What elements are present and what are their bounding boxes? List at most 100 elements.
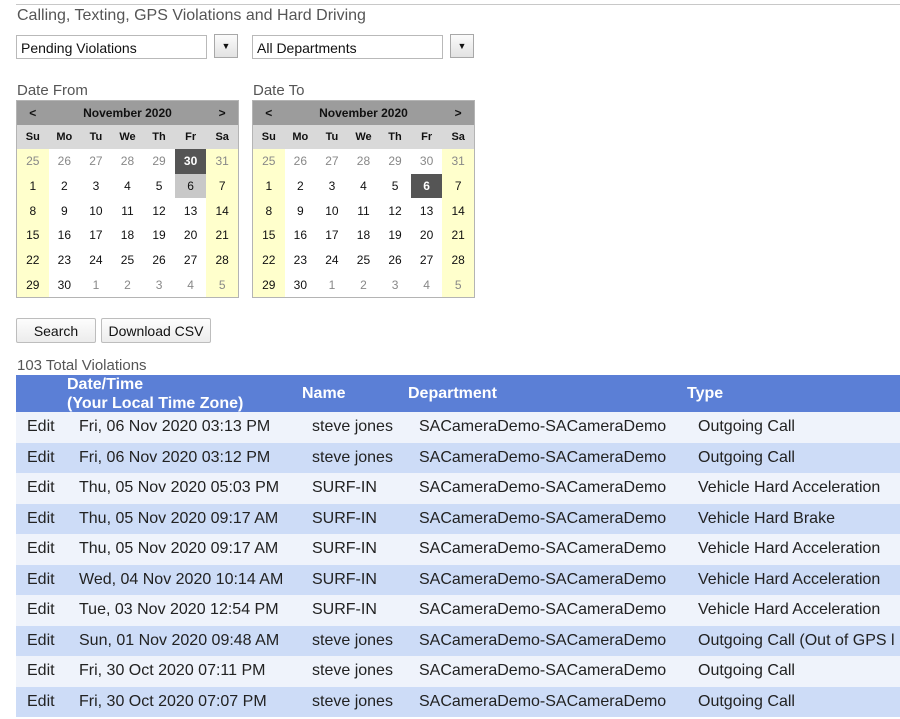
calendar-day[interactable]: 17	[316, 223, 348, 248]
prev-month-button[interactable]: <	[253, 101, 285, 125]
calendar-day[interactable]: 10	[80, 198, 112, 223]
department-select[interactable]: All Departments	[252, 35, 443, 59]
calendar-day[interactable]: 22	[253, 247, 285, 273]
calendar-day[interactable]: 8	[17, 198, 49, 224]
calendar-day[interactable]: 20	[175, 223, 207, 248]
calendar-day[interactable]: 3	[143, 272, 175, 297]
calendar-day[interactable]: 27	[80, 149, 112, 174]
date-to-calendar[interactable]: < November 2020 > Su Mo Tu We Th Fr Sa 25 26 27 28 29 3…	[252, 100, 475, 299]
calendar-day[interactable]: 28	[348, 149, 380, 174]
chevron-down-icon[interactable]: ▼	[450, 34, 474, 58]
calendar-day[interactable]: 11	[348, 198, 380, 223]
calendar-day[interactable]: 29	[379, 149, 411, 174]
calendar-day[interactable]: 5	[143, 174, 175, 199]
calendar-day[interactable]: 23	[49, 248, 81, 273]
calendar-day[interactable]: 2	[112, 272, 144, 297]
column-header-department[interactable]: Department	[408, 384, 497, 403]
calendar-day[interactable]: 16	[49, 223, 81, 248]
edit-link[interactable]: Edit	[27, 449, 55, 467]
next-month-button[interactable]: >	[442, 101, 474, 125]
calendar-day[interactable]: 22	[17, 247, 49, 273]
calendar-day[interactable]: 15	[17, 223, 49, 248]
calendar-day[interactable]: 7	[442, 173, 474, 199]
calendar-day[interactable]: 31	[206, 149, 238, 174]
calendar-day[interactable]: 26	[379, 248, 411, 273]
calendar-day[interactable]: 30	[285, 272, 317, 297]
calendar-day[interactable]: 23	[285, 248, 317, 273]
calendar-day[interactable]: 25	[17, 149, 49, 174]
calendar-day[interactable]: 7	[206, 173, 238, 199]
calendar-day[interactable]: 18	[348, 223, 380, 248]
calendar-day[interactable]: 19	[143, 223, 175, 248]
calendar-day[interactable]: 3	[80, 174, 112, 199]
calendar-day[interactable]: 4	[112, 174, 144, 199]
calendar-day[interactable]: 30	[49, 272, 81, 297]
calendar-day[interactable]: 21	[206, 223, 238, 248]
column-header-datetime[interactable]: Date/Time (Your Local Time Zone)	[67, 375, 243, 413]
calendar-day[interactable]: 11	[112, 198, 144, 223]
calendar-day[interactable]: 26	[143, 248, 175, 273]
calendar-day[interactable]: 29	[143, 149, 175, 174]
calendar-day[interactable]: 6	[410, 173, 443, 199]
calendar-day[interactable]: 9	[285, 198, 317, 223]
calendar-day[interactable]: 20	[411, 223, 443, 248]
column-header-type[interactable]: Type	[687, 384, 723, 403]
edit-link[interactable]: Edit	[27, 662, 55, 680]
calendar-day[interactable]: 5	[206, 272, 238, 298]
chevron-down-icon[interactable]: ▼	[214, 34, 238, 58]
calendar-day[interactable]: 31	[442, 149, 474, 174]
edit-link[interactable]: Edit	[27, 632, 55, 650]
date-from-calendar[interactable]: < November 2020 > Su Mo Tu We Th Fr Sa 25 26 27 28 29 3…	[16, 100, 239, 299]
calendar-day[interactable]: 30	[174, 149, 207, 174]
calendar-day[interactable]: 30	[411, 149, 443, 174]
edit-link[interactable]: Edit	[27, 693, 55, 711]
prev-month-button[interactable]: <	[17, 101, 49, 125]
calendar-day[interactable]: 1	[316, 272, 348, 297]
calendar-day[interactable]: 27	[316, 149, 348, 174]
calendar-day[interactable]: 26	[49, 149, 81, 174]
calendar-day[interactable]: 24	[80, 248, 112, 273]
calendar-day[interactable]: 16	[285, 223, 317, 248]
edit-link[interactable]: Edit	[27, 479, 55, 497]
column-header-name[interactable]: Name	[302, 384, 346, 403]
calendar-day[interactable]: 25	[348, 248, 380, 273]
calendar-day[interactable]: 27	[411, 248, 443, 273]
next-month-button[interactable]: >	[206, 101, 238, 125]
calendar-day[interactable]: 5	[442, 272, 474, 298]
calendar-day[interactable]: 26	[285, 149, 317, 174]
calendar-day[interactable]: 19	[379, 223, 411, 248]
status-select-toggle[interactable]: ▼	[214, 34, 238, 59]
calendar-day[interactable]: 14	[206, 198, 238, 224]
calendar-day[interactable]: 4	[411, 272, 443, 297]
calendar-day[interactable]: 4	[348, 174, 380, 199]
calendar-day[interactable]: 14	[442, 198, 474, 224]
calendar-day[interactable]: 17	[80, 223, 112, 248]
edit-link[interactable]: Edit	[27, 601, 55, 619]
calendar-day[interactable]: 2	[285, 174, 317, 199]
calendar-day[interactable]: 24	[316, 248, 348, 273]
calendar-day[interactable]: 1	[17, 173, 49, 199]
calendar-day[interactable]: 27	[175, 248, 207, 273]
edit-link[interactable]: Edit	[27, 571, 55, 589]
calendar-day[interactable]: 28	[112, 149, 144, 174]
calendar-day[interactable]: 18	[112, 223, 144, 248]
calendar-day[interactable]: 5	[379, 174, 411, 199]
calendar-day[interactable]: 12	[379, 198, 411, 223]
search-button[interactable]: Search	[16, 318, 96, 343]
calendar-day[interactable]: 9	[49, 198, 81, 223]
calendar-day[interactable]: 12	[143, 198, 175, 223]
calendar-day[interactable]: 28	[442, 247, 474, 273]
calendar-day[interactable]: 15	[253, 223, 285, 248]
edit-link[interactable]: Edit	[27, 510, 55, 528]
calendar-day[interactable]: 29	[17, 272, 49, 298]
calendar-day[interactable]: 3	[379, 272, 411, 297]
calendar-day[interactable]: 4	[175, 272, 207, 297]
calendar-day[interactable]: 13	[411, 198, 443, 223]
calendar-day[interactable]: 29	[253, 272, 285, 298]
calendar-day[interactable]: 21	[442, 223, 474, 248]
calendar-day[interactable]: 10	[316, 198, 348, 223]
status-select[interactable]: Pending Violations	[16, 35, 207, 59]
department-select-toggle[interactable]: ▼	[450, 34, 474, 59]
calendar-day[interactable]: 8	[253, 198, 285, 224]
calendar-day[interactable]: 13	[175, 198, 207, 223]
